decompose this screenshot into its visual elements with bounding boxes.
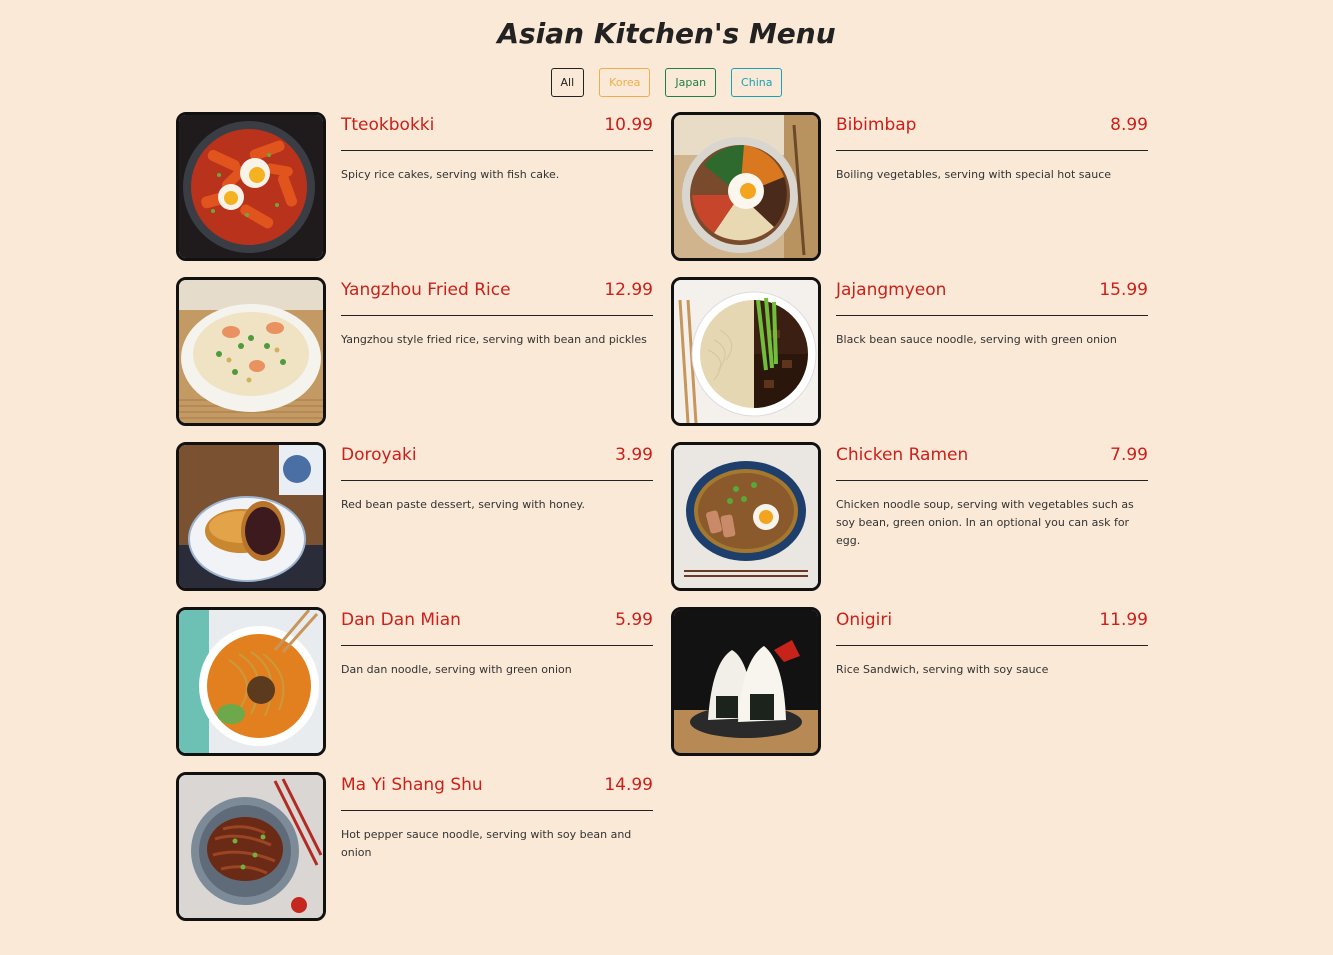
item-description: Hot pepper sauce noodle, serving with so… xyxy=(341,828,632,859)
item-name: Jajangmyeon xyxy=(836,280,947,300)
item-price: 10.99 xyxy=(604,115,653,135)
filter-japan-button[interactable]: Japan xyxy=(665,68,717,97)
menu-item: Dan Dan Mian 5.99 Dan dan noodle, servin… xyxy=(176,607,653,756)
item-header: Jajangmyeon 15.99 xyxy=(836,277,1148,316)
item-header: Chicken Ramen 7.99 xyxy=(836,442,1148,481)
item-price: 3.99 xyxy=(615,445,653,465)
page-title: Asian Kitchen's Menu xyxy=(497,17,836,50)
fried-rice-photo xyxy=(176,277,326,426)
item-info: Chicken Ramen 7.99 Chicken noodle soup, … xyxy=(836,442,1148,591)
item-price: 8.99 xyxy=(1110,115,1148,135)
item-name: Dan Dan Mian xyxy=(341,610,461,630)
ramen-photo xyxy=(671,442,821,591)
filter-all-button[interactable]: All xyxy=(550,68,585,97)
item-description: Dan dan noodle, serving with green onion xyxy=(341,663,572,676)
bibimbap-photo xyxy=(671,112,821,261)
item-header: Bibimbap 8.99 xyxy=(836,112,1148,151)
item-description: Boiling vegetables, serving with special… xyxy=(836,168,1112,181)
dorayaki-photo xyxy=(176,442,326,591)
item-info: Onigiri 11.99 Rice Sandwich, serving wit… xyxy=(836,607,1148,756)
menu-item: Tteokbokki 10.99 Spicy rice cakes, servi… xyxy=(176,112,653,261)
item-price: 12.99 xyxy=(604,280,653,300)
item-price: 5.99 xyxy=(615,610,653,630)
item-price: 15.99 xyxy=(1099,280,1148,300)
menu-grid: Tteokbokki 10.99 Spicy rice cakes, servi… xyxy=(176,112,1148,921)
item-name: Doroyaki xyxy=(341,445,417,465)
filter-china-button[interactable]: China xyxy=(731,68,783,97)
item-info: Ma Yi Shang Shu 14.99 Hot pepper sauce n… xyxy=(341,772,653,921)
item-header: Dan Dan Mian 5.99 xyxy=(341,607,653,646)
onigiri-photo xyxy=(671,607,821,756)
menu-item: Yangzhou Fried Rice 12.99 Yangzhou style… xyxy=(176,277,653,426)
item-description: Rice Sandwich, serving with soy sauce xyxy=(836,663,1049,676)
item-header: Yangzhou Fried Rice 12.99 xyxy=(341,277,653,316)
item-info: Doroyaki 3.99 Red bean paste dessert, se… xyxy=(341,442,653,591)
item-description: Black bean sauce noodle, serving with gr… xyxy=(836,333,1117,346)
item-name: Tteokbokki xyxy=(341,115,435,135)
menu-item: Ma Yi Shang Shu 14.99 Hot pepper sauce n… xyxy=(176,772,653,921)
item-description: Spicy rice cakes, serving with fish cake… xyxy=(341,168,560,181)
menu-item: Onigiri 11.99 Rice Sandwich, serving wit… xyxy=(671,607,1148,756)
item-price: 11.99 xyxy=(1099,610,1148,630)
item-header: Tteokbokki 10.99 xyxy=(341,112,653,151)
item-description: Yangzhou style fried rice, serving with … xyxy=(341,333,647,346)
item-info: Dan Dan Mian 5.99 Dan dan noodle, servin… xyxy=(341,607,653,756)
item-name: Chicken Ramen xyxy=(836,445,969,465)
item-header: Doroyaki 3.99 xyxy=(341,442,653,481)
jajangmyeon-photo xyxy=(671,277,821,426)
item-name: Onigiri xyxy=(836,610,893,630)
category-filters: All Korea Japan China xyxy=(0,68,1333,97)
item-name: Yangzhou Fried Rice xyxy=(341,280,511,300)
item-price: 7.99 xyxy=(1110,445,1148,465)
item-price: 14.99 xyxy=(604,775,653,795)
item-description: Chicken noodle soup, serving with vegeta… xyxy=(836,498,1134,547)
item-header: Onigiri 11.99 xyxy=(836,607,1148,646)
item-info: Yangzhou Fried Rice 12.99 Yangzhou style… xyxy=(341,277,653,426)
menu-item: Bibimbap 8.99 Boiling vegetables, servin… xyxy=(671,112,1148,261)
item-info: Jajangmyeon 15.99 Black bean sauce noodl… xyxy=(836,277,1148,426)
item-header: Ma Yi Shang Shu 14.99 xyxy=(341,772,653,811)
item-name: Ma Yi Shang Shu xyxy=(341,775,483,795)
item-info: Tteokbokki 10.99 Spicy rice cakes, servi… xyxy=(341,112,653,261)
item-name: Bibimbap xyxy=(836,115,917,135)
item-info: Bibimbap 8.99 Boiling vegetables, servin… xyxy=(836,112,1148,261)
dan-dan-mian-photo xyxy=(176,607,326,756)
filter-korea-button[interactable]: Korea xyxy=(599,68,651,97)
ma-yi-shang-shu-photo xyxy=(176,772,326,921)
menu-item: Jajangmyeon 15.99 Black bean sauce noodl… xyxy=(671,277,1148,426)
menu-item: Doroyaki 3.99 Red bean paste dessert, se… xyxy=(176,442,653,591)
menu-item: Chicken Ramen 7.99 Chicken noodle soup, … xyxy=(671,442,1148,591)
item-description: Red bean paste dessert, serving with hon… xyxy=(341,498,585,511)
tteokbokki-photo xyxy=(176,112,326,261)
